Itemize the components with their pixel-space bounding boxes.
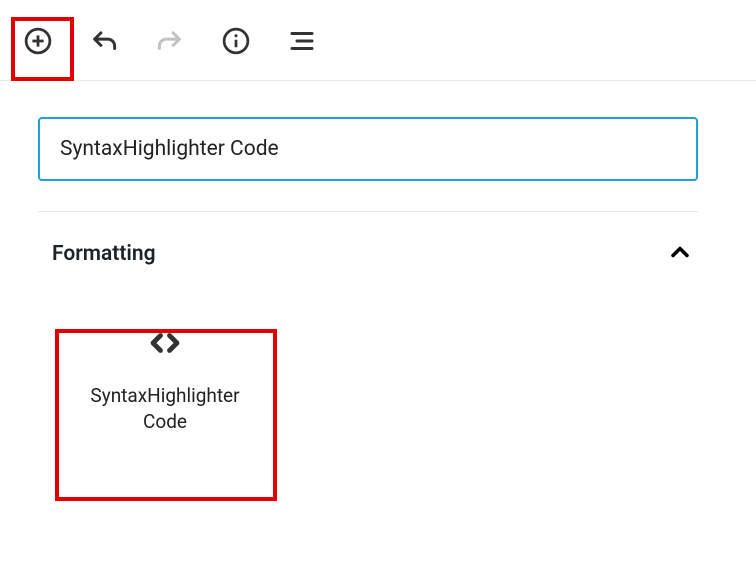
search-input[interactable] bbox=[38, 117, 698, 181]
plus-circle-icon bbox=[23, 26, 53, 59]
list-icon bbox=[287, 26, 317, 59]
chevron-up-icon bbox=[666, 238, 694, 270]
outline-button[interactable] bbox=[278, 18, 326, 66]
undo-icon bbox=[89, 26, 119, 59]
code-icon bbox=[147, 325, 183, 365]
redo-button[interactable] bbox=[146, 18, 194, 66]
info-button[interactable] bbox=[212, 18, 260, 66]
block-item-syntaxhighlighter-code[interactable]: SyntaxHighlighter Code bbox=[60, 296, 270, 464]
category-label: Formatting bbox=[52, 242, 156, 266]
redo-icon bbox=[155, 26, 185, 59]
block-item-label: SyntaxHighlighter Code bbox=[90, 383, 239, 434]
add-block-button[interactable] bbox=[14, 18, 62, 66]
category-toggle-formatting[interactable]: Formatting bbox=[38, 212, 698, 292]
blocks-grid: SyntaxHighlighter Code bbox=[38, 292, 698, 464]
undo-button[interactable] bbox=[80, 18, 128, 66]
editor-toolbar bbox=[0, 0, 756, 81]
block-inserter-panel: Formatting SyntaxHighlighter Code bbox=[0, 85, 740, 464]
info-icon bbox=[221, 26, 251, 59]
